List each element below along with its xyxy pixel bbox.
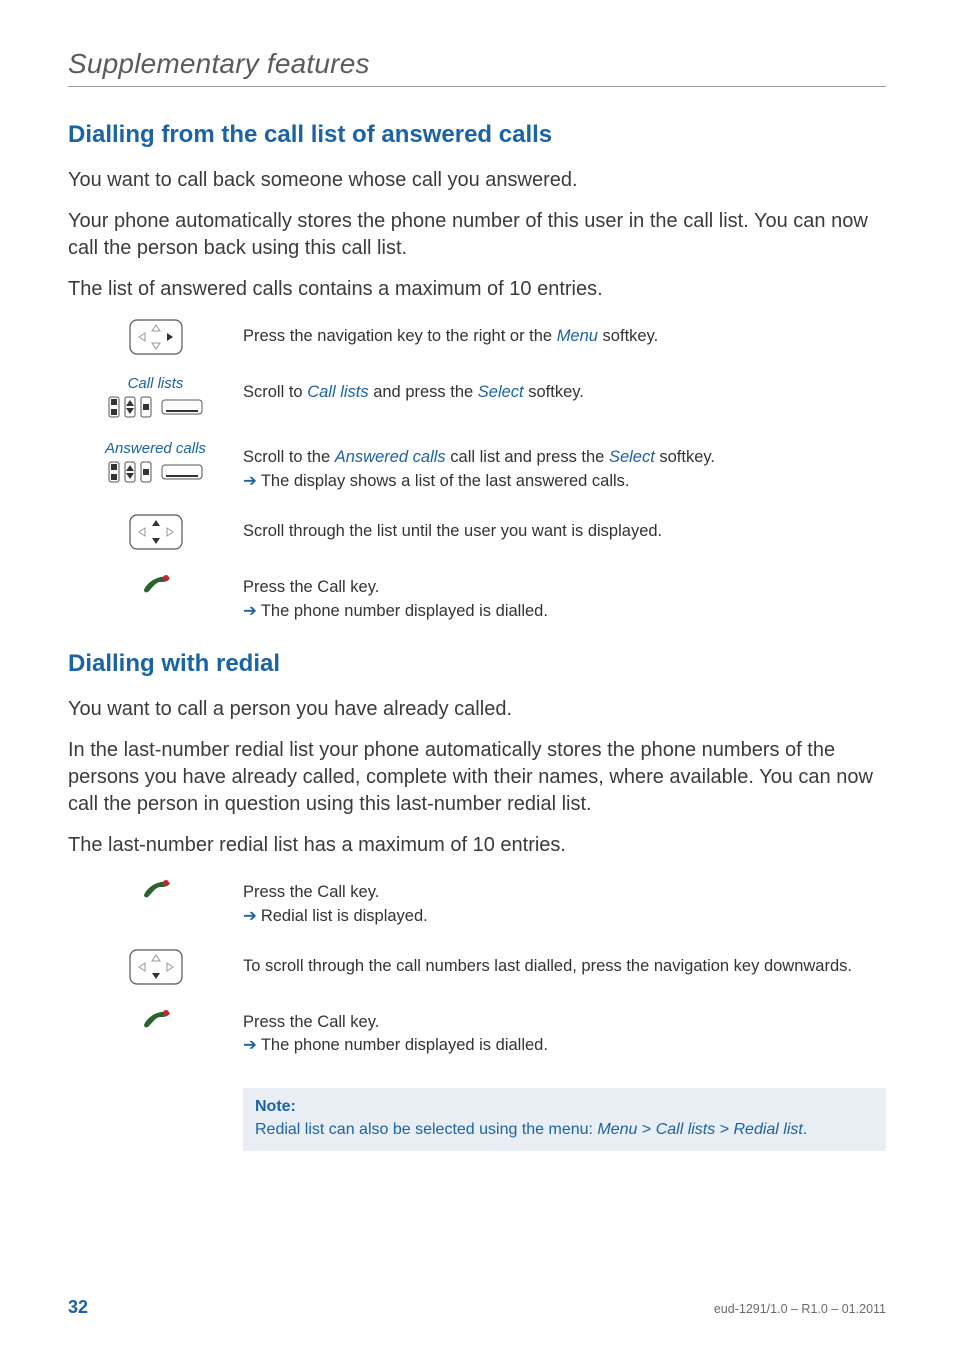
step-text: Press the Call key.The phone number disp…	[243, 570, 886, 624]
call-key-icon	[138, 570, 174, 598]
step-row: Press the Call key.The phone number disp…	[68, 570, 886, 624]
para: You want to call back someone whose call…	[68, 167, 886, 194]
step-row: Call lists Scroll to Call lists and pres…	[68, 375, 886, 420]
note-body: Redial list can also be selected using t…	[255, 1119, 874, 1141]
para: In the last-number redial list your phon…	[68, 737, 886, 818]
step-text: Press the Call key.The phone number disp…	[243, 1005, 886, 1059]
step-row: To scroll through the call numbers last …	[68, 949, 886, 985]
note-box: Note: Redial list can also be selected u…	[243, 1088, 886, 1151]
para: The list of answered calls contains a ma…	[68, 276, 886, 303]
note: Note: Redial list can also be selected u…	[243, 1078, 886, 1151]
call-key-icon	[138, 875, 174, 903]
step-icon-caption: Answered calls	[105, 440, 206, 457]
step-row: Press the navigation key to the right or…	[68, 319, 886, 355]
nav-key-icon	[129, 514, 183, 550]
page: Supplementary features Dialling from the…	[0, 0, 954, 1352]
nav-key-icon	[129, 949, 183, 985]
step-icon	[68, 570, 243, 598]
scroll-select-icon	[108, 394, 204, 420]
steps-answered: Press the navigation key to the right or…	[68, 319, 886, 624]
running-head: Supplementary features	[68, 48, 886, 80]
step-icon: Call lists	[68, 375, 243, 420]
step-row: Answered calls Scroll to the Answered ca…	[68, 440, 886, 494]
step-icon	[68, 514, 243, 550]
step-text: Press the Call key.Redial list is displa…	[243, 875, 886, 929]
header-rule	[68, 86, 886, 87]
step-icon	[68, 949, 243, 985]
page-number: 32	[68, 1297, 88, 1318]
steps-redial: Press the Call key.Redial list is displa…	[68, 875, 886, 1151]
step-text: Scroll to Call lists and press the Selec…	[243, 375, 886, 405]
nav-key-icon	[129, 319, 183, 355]
footer: 32 eud-1291/1.0 – R1.0 – 01.2011	[68, 1297, 886, 1318]
doc-id: eud-1291/1.0 – R1.0 – 01.2011	[714, 1302, 886, 1316]
section-title-answered: Dialling from the call list of answered …	[68, 121, 886, 149]
step-icon	[68, 319, 243, 355]
step-row: Scroll through the list until the user y…	[68, 514, 886, 550]
para: The last-number redial list has a maximu…	[68, 832, 886, 859]
note-title: Note:	[255, 1096, 874, 1118]
step-text: To scroll through the call numbers last …	[243, 949, 886, 979]
call-key-icon	[138, 1005, 174, 1033]
para: Your phone automatically stores the phon…	[68, 208, 886, 262]
step-text: Scroll to the Answered calls call list a…	[243, 440, 886, 494]
step-icon: Answered calls	[68, 440, 243, 485]
para: You want to call a person you have alrea…	[68, 696, 886, 723]
scroll-select-icon	[108, 459, 204, 485]
step-icon-caption: Call lists	[128, 375, 184, 392]
step-row: Note: Redial list can also be selected u…	[68, 1078, 886, 1151]
step-row: Press the Call key.Redial list is displa…	[68, 875, 886, 929]
step-text: Press the navigation key to the right or…	[243, 319, 886, 349]
step-text: Scroll through the list until the user y…	[243, 514, 886, 544]
step-row: Press the Call key.The phone number disp…	[68, 1005, 886, 1059]
step-icon	[68, 875, 243, 903]
step-icon	[68, 1005, 243, 1033]
section-title-redial: Dialling with redial	[68, 650, 886, 678]
